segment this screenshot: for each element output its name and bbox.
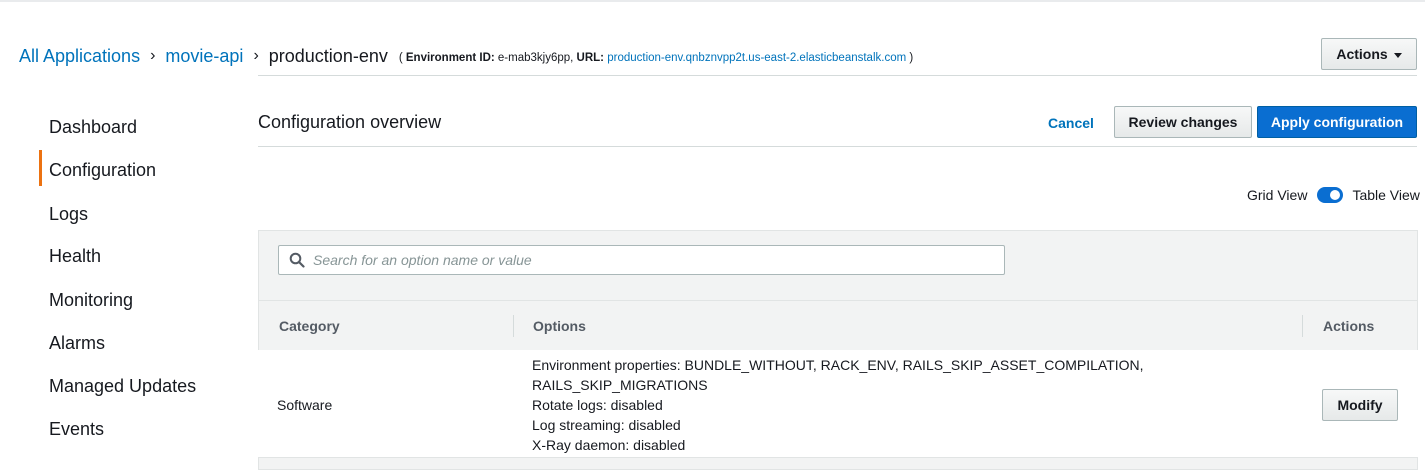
search-icon [289,252,305,268]
table-view-label: Table View [1352,187,1420,203]
column-divider [1302,315,1303,337]
config-header-divider [258,146,1417,147]
caret-down-icon [1393,52,1402,58]
top-divider [0,0,1425,2]
view-toggle: Grid View Table View [1247,185,1420,205]
modify-software-button[interactable]: Modify [1322,389,1398,421]
breadcrumb-separator: › [150,47,156,64]
grid-view-label: Grid View [1247,187,1308,203]
breadcrumb-separator: › [253,47,259,64]
meta-open-paren: ( [398,51,403,64]
search-box [278,245,1005,275]
environment-meta: ( Environment ID: e-mab3kjy6pp, URL: pro… [399,52,913,64]
environment-url-link[interactable]: production-env.qnbznvpp2t.us-east-2.elas… [607,52,906,64]
url-label: URL: [576,51,605,64]
page-title: Configuration overview [258,112,442,132]
view-toggle-switch[interactable] [1317,187,1344,203]
sidebar-item-dashboard[interactable]: Dashboard [49,117,137,138]
option-line: Log streaming: disabled [532,417,681,433]
breadcrumb-environment: production-env [268,45,388,66]
search-input[interactable] [313,247,1004,273]
sidebar-item-logs[interactable]: Logs [49,204,88,225]
header-divider [258,75,1417,76]
sidebar-item-configuration[interactable]: Configuration [49,160,156,181]
sidebar-item-health[interactable]: Health [49,246,101,267]
review-changes-button[interactable]: Review changes [1114,106,1252,138]
table-header-row [258,300,1418,350]
sidebar-item-alarms[interactable]: Alarms [49,333,105,354]
toggle-knob [1330,190,1341,200]
options-cell: Environment properties: BUNDLE_WITHOUT, … [532,355,1152,455]
env-id-label: Environment ID: [405,51,495,64]
category-cell: Software [277,397,333,413]
option-line: X-Ray daemon: disabled [532,437,686,453]
breadcrumb: All Applications › movie-api › productio… [19,42,913,70]
active-nav-indicator [39,150,42,186]
column-header-options: Options [533,318,586,334]
option-line: Environment properties: BUNDLE_WITHOUT, … [532,357,1144,373]
meta-close-paren: ) [909,51,914,64]
env-id-value: e-mab3kjy6pp, [497,51,574,64]
actions-label: Actions [1336,46,1388,62]
sidebar-item-events[interactable]: Events [49,419,104,440]
actions-dropdown-button[interactable]: Actions [1321,38,1417,70]
sidebar-item-monitoring[interactable]: Monitoring [49,290,133,311]
breadcrumb-application[interactable]: movie-api [165,46,243,67]
breadcrumb-all-applications[interactable]: All Applications [19,46,140,67]
apply-configuration-button[interactable]: Apply configuration [1257,106,1417,138]
sidebar-item-managed-updates[interactable]: Managed Updates [49,376,196,397]
column-header-category: Category [279,318,340,334]
option-line: RAILS_SKIP_MIGRATIONS [532,377,708,393]
cancel-button[interactable]: Cancel [1048,115,1094,131]
column-header-actions: Actions [1323,318,1375,334]
option-line: Rotate logs: disabled [532,397,663,413]
column-divider [513,315,514,337]
